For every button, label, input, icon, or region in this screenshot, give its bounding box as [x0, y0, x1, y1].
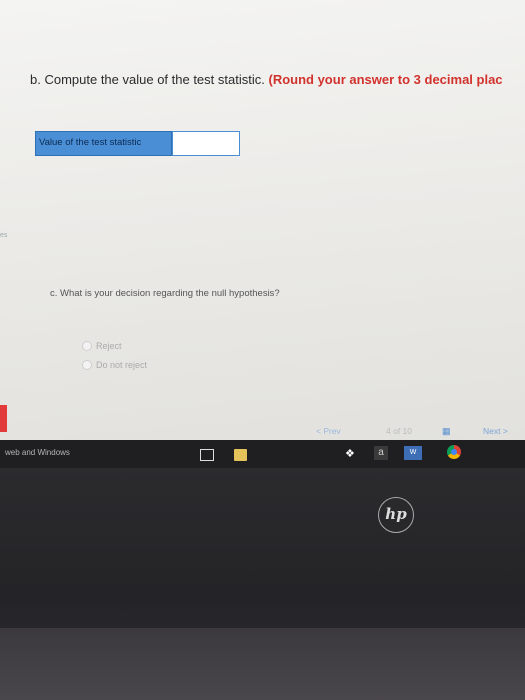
option-reject-label: Reject: [96, 341, 122, 351]
side-mark: es: [0, 232, 8, 239]
next-button[interactable]: Next >: [483, 426, 508, 436]
question-b: b. Compute the value of the test statist…: [30, 72, 525, 87]
dropbox-icon[interactable]: ❖: [345, 447, 355, 460]
answer-row: Value of the test statistic: [35, 131, 240, 156]
prev-button[interactable]: < Prev: [316, 426, 341, 436]
answer-label: Value of the test statistic: [35, 131, 172, 156]
grid-icon[interactable]: ▦: [442, 426, 451, 437]
amazon-icon[interactable]: a: [374, 446, 388, 460]
file-explorer-icon[interactable]: [234, 449, 247, 461]
option-reject[interactable]: Reject: [82, 341, 122, 351]
chrome-icon[interactable]: [447, 445, 461, 459]
word-icon[interactable]: W: [404, 446, 422, 460]
option-do-not-reject[interactable]: Do not reject: [82, 360, 147, 370]
radio-do-not-reject[interactable]: [82, 360, 92, 370]
question-navigation: < Prev 4 of 10 ▦ Next >: [0, 426, 525, 440]
hp-logo: hp: [378, 497, 414, 533]
question-b-instruction: (Round your answer to 3 decimal plac: [268, 72, 503, 87]
test-statistic-input[interactable]: [172, 131, 240, 156]
task-view-icon[interactable]: [200, 449, 214, 461]
question-c-text: c. What is your decision regarding the n…: [50, 288, 280, 299]
taskbar-search[interactable]: web and Windows: [5, 448, 70, 457]
page-indicator: 4 of 10: [386, 426, 412, 436]
option-do-not-reject-label: Do not reject: [96, 360, 148, 370]
question-b-text: b. Compute the value of the test statist…: [30, 72, 265, 87]
radio-reject[interactable]: [82, 341, 92, 351]
windows-taskbar: web and Windows ❖ a W: [0, 440, 525, 468]
laptop-deck: [0, 628, 525, 700]
browser-screen: b. Compute the value of the test statist…: [0, 0, 525, 440]
